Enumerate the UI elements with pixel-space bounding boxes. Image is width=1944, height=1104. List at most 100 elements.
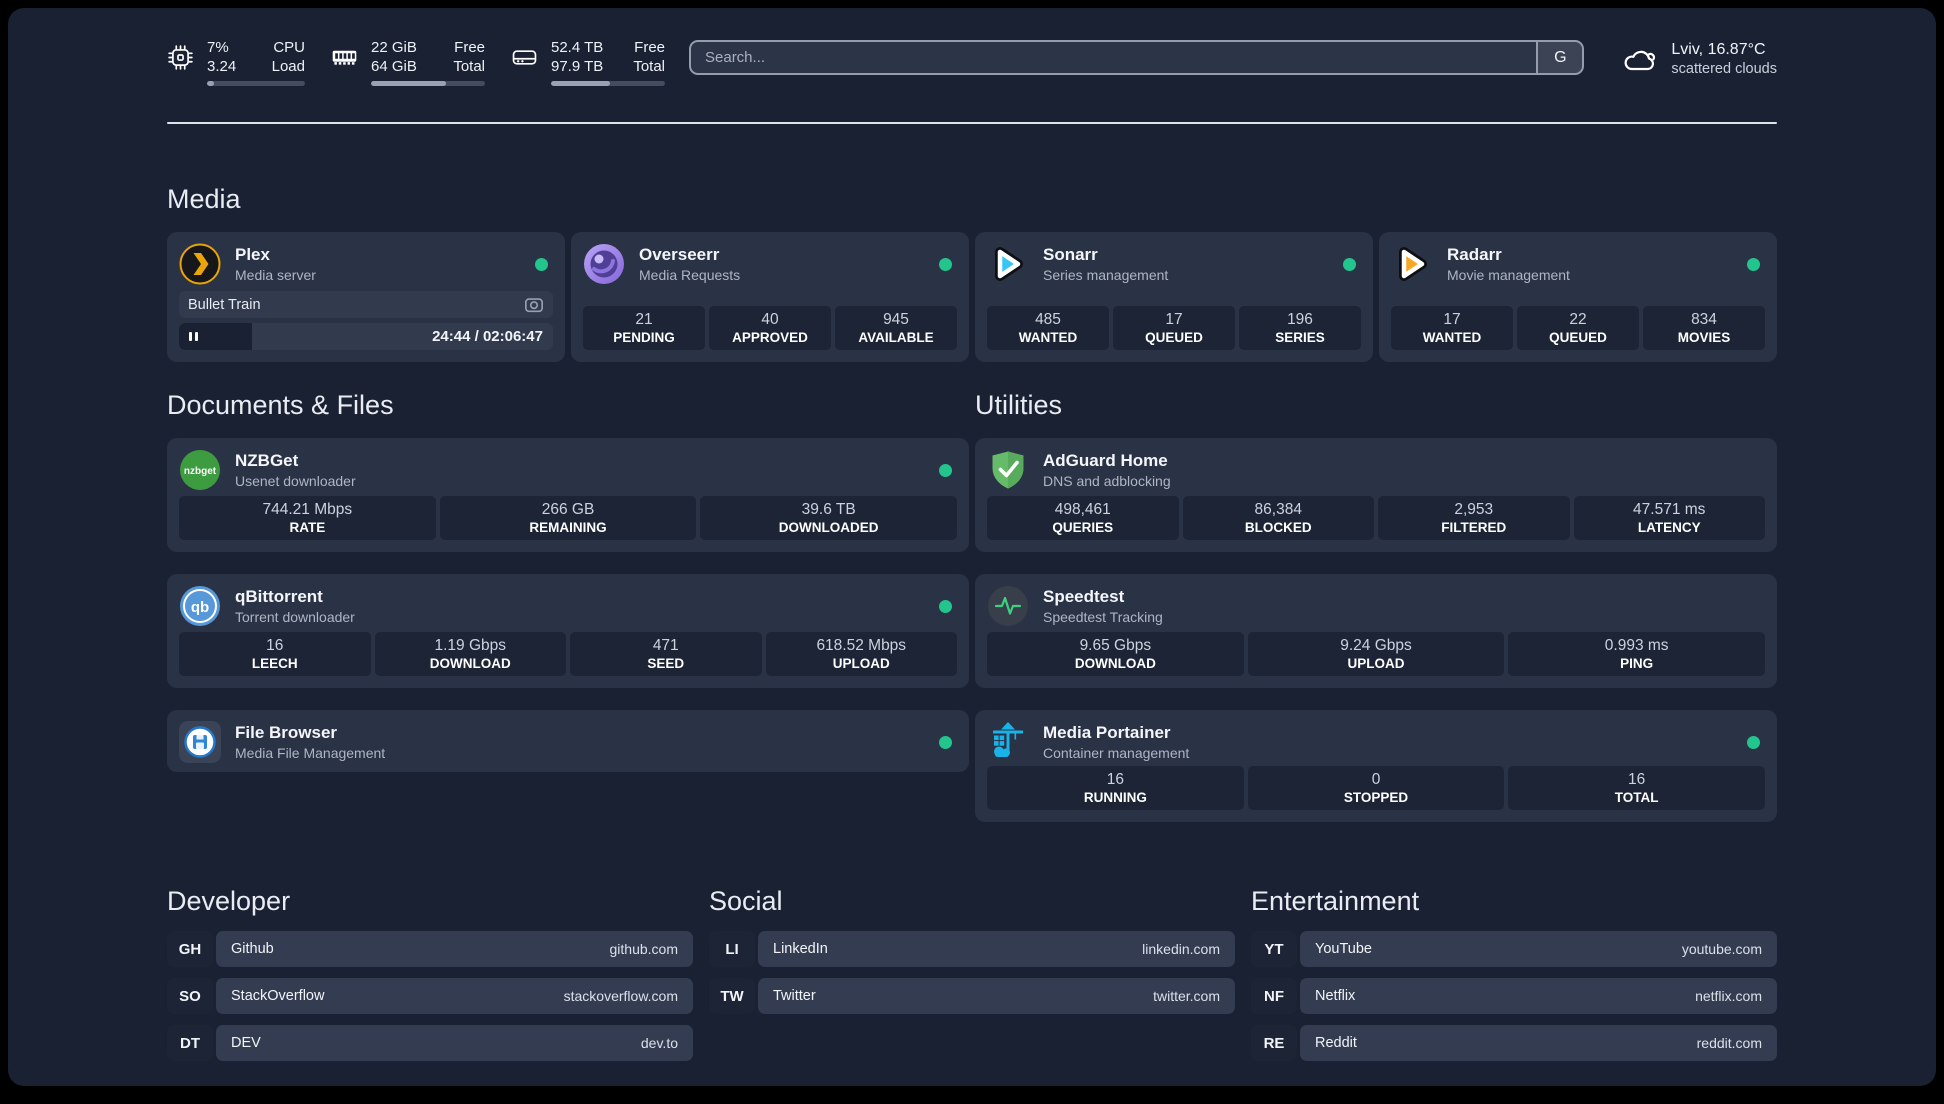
bookmark-linkedin[interactable]: LI LinkedIn linkedin.com <box>709 931 1235 967</box>
stat-value: 9.24 Gbps <box>1340 637 1412 654</box>
stat-label: PENDING <box>613 330 675 345</box>
status-dot <box>939 735 952 749</box>
bookmark-url: netflix.com <box>1695 988 1762 1004</box>
app-card-filebrowser[interactable]: File Browser Media File Management <box>167 710 969 772</box>
bookmark-twitter[interactable]: TW Twitter twitter.com <box>709 978 1235 1014</box>
cpu-progress <box>207 81 305 86</box>
cpu-icon <box>168 45 193 70</box>
stat-value: 618.52 Mbps <box>816 637 907 654</box>
stat-value: 47.571 ms <box>1633 501 1706 518</box>
stat-box: 744.21 Mbps RATE <box>179 496 436 540</box>
stat-label: PING <box>1620 656 1654 671</box>
app-card-speedtest[interactable]: Speedtest Speedtest Tracking 9.65 Gbps D… <box>975 574 1777 688</box>
bookmark-dev[interactable]: DT DEV dev.to <box>167 1025 693 1061</box>
playback-time: 24:44 / 02:06:47 <box>432 328 543 345</box>
stat-value: 744.21 Mbps <box>262 501 353 518</box>
section-title-social: Social <box>709 886 783 916</box>
stat-box: 0.993 ms PING <box>1508 632 1766 676</box>
section-title-documents: Documents & Files <box>167 390 394 420</box>
stat-value: 196 <box>1287 311 1313 328</box>
pause-icon[interactable] <box>188 323 199 350</box>
section-title-developer: Developer <box>167 886 291 916</box>
bookmark-youtube[interactable]: YT YouTube youtube.com <box>1251 931 1777 967</box>
radarr-icon <box>1399 247 1427 281</box>
status-dot <box>939 599 952 613</box>
stat-label: SEED <box>647 656 685 671</box>
section-media: Media Plex Media server Bullet Train 24:… <box>167 184 1777 362</box>
search-input[interactable] <box>691 42 1537 73</box>
bookmark-name: LinkedIn <box>773 941 828 957</box>
app-card-qbittorrent[interactable]: qb qBittorrent Torrent downloader 16 LEE… <box>167 574 969 688</box>
weather-condition: scattered clouds <box>1671 61 1777 77</box>
stat-label: MOVIES <box>1677 330 1731 345</box>
status-dot <box>1747 257 1760 271</box>
stat-value: 17 <box>1165 311 1183 328</box>
sonarr-icon <box>995 247 1023 281</box>
stat-label: SERIES <box>1275 330 1325 345</box>
app-card-portainer[interactable]: Media Portainer Container management 16 … <box>975 710 1777 822</box>
status-dot <box>1747 735 1760 749</box>
stat-value: 17 <box>1443 311 1461 328</box>
stat-box: 618.52 Mbps UPLOAD <box>765 632 957 676</box>
app-name: Overseerr <box>639 245 720 264</box>
status-dot <box>939 257 952 271</box>
app-card-radarr[interactable]: Radarr Movie management 17 WANTED 22 QUE… <box>1379 232 1777 362</box>
bookmark-abbr: YT <box>1251 931 1297 967</box>
stat-box: 485 WANTED <box>987 306 1109 350</box>
bookmark-stackoverflow[interactable]: SO StackOverflow stackoverflow.com <box>167 978 693 1014</box>
app-name: File Browser <box>235 723 338 742</box>
stat-value: 22 <box>1569 311 1587 328</box>
section-title-media: Media <box>167 184 241 214</box>
bookmark-netflix[interactable]: NF Netflix netflix.com <box>1251 978 1777 1014</box>
stat-box: 471 SEED <box>570 632 762 676</box>
stat-value: 40 <box>761 311 779 328</box>
plex-now-playing-widget: Bullet Train 24:44 / 02:06:47 <box>179 291 553 350</box>
section-utilities: Utilities AdGuard Home DNS and adblockin… <box>975 390 1777 822</box>
stat-box: 834 MOVIES <box>1643 306 1765 350</box>
stat-box: 2,953 FILTERED <box>1378 496 1570 540</box>
app-card-overseerr[interactable]: Overseerr Media Requests 21 PENDING 40 A… <box>571 232 969 362</box>
stat-box: 266 GB REMAINING <box>439 496 697 540</box>
bookmark-url: stackoverflow.com <box>563 988 678 1004</box>
app-subtitle: Speedtest Tracking <box>1043 609 1163 625</box>
stat-box: 17 WANTED <box>1391 306 1513 350</box>
stat-label: STOPPED <box>1343 790 1409 805</box>
bookmark-github[interactable]: GH Github github.com <box>167 931 693 967</box>
stat-box: 39.6 TB DOWNLOADED <box>700 496 958 540</box>
app-subtitle: DNS and adblocking <box>1043 473 1171 489</box>
app-card-sonarr[interactable]: Sonarr Series management 485 WANTED 17 Q… <box>975 232 1373 362</box>
qbittorrent-icon: qb <box>180 586 220 626</box>
app-name: Radarr <box>1447 245 1502 264</box>
stat-box: 21 PENDING <box>583 306 705 350</box>
bookmark-abbr: GH <box>167 931 213 967</box>
stat-label: UPLOAD <box>1347 656 1405 671</box>
app-card-nzbget[interactable]: nzbget NZBGet Usenet downloader 744.21 M… <box>167 438 969 552</box>
bookmark-abbr: TW <box>709 978 755 1014</box>
header-divider <box>167 122 1777 124</box>
stat-value: 16 <box>266 637 284 654</box>
section-social: Social LI LinkedIn linkedin.com TW Twitt… <box>709 886 1235 1072</box>
stat-value: 945 <box>883 311 909 328</box>
bookmark-abbr: SO <box>167 978 213 1014</box>
svg-text:qb: qb <box>191 599 209 616</box>
app-name: NZBGet <box>235 451 299 470</box>
stat-box: 9.24 Gbps UPLOAD <box>1247 632 1505 676</box>
stat-label: LATENCY <box>1637 520 1701 535</box>
stat-value: 9.65 Gbps <box>1079 637 1152 654</box>
memory-total-label: Total <box>453 58 485 75</box>
bookmark-name: Reddit <box>1315 1035 1357 1051</box>
stat-label: REMAINING <box>529 520 607 535</box>
bookmark-reddit[interactable]: RE Reddit reddit.com <box>1251 1025 1777 1061</box>
app-card-adguard[interactable]: AdGuard Home DNS and adblocking 498,461 … <box>975 438 1777 552</box>
stat-box: 17 QUEUED <box>1113 306 1235 350</box>
app-subtitle: Torrent downloader <box>235 609 355 625</box>
disk-progress <box>551 81 665 86</box>
bookmark-url: youtube.com <box>1681 941 1762 957</box>
stat-label: RUNNING <box>1083 790 1147 805</box>
search-engine-button[interactable]: G <box>1536 42 1583 73</box>
stat-label: DOWNLOAD <box>1074 656 1156 671</box>
app-card-plex[interactable]: Plex Media server Bullet Train 24:44 / 0… <box>167 232 565 362</box>
playback-progress-bar[interactable]: 24:44 / 02:06:47 <box>179 323 553 350</box>
stat-label: QUEUED <box>1549 330 1607 345</box>
svg-text:nzbget: nzbget <box>184 466 217 477</box>
